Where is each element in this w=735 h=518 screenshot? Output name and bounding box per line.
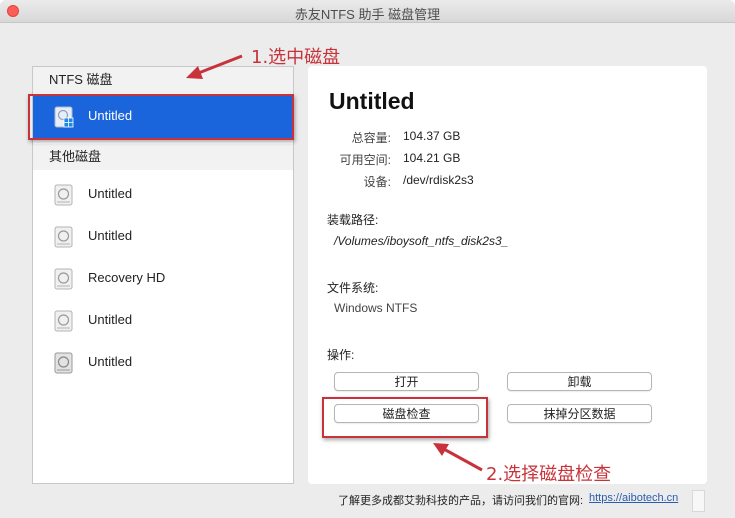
annotation-arrows xyxy=(186,54,483,472)
step1-arrow-icon xyxy=(186,54,243,79)
step1-annotation-text: 1.选中磁盘 xyxy=(251,47,341,68)
footer-scroll-handle xyxy=(692,490,705,512)
step2-arrow-icon xyxy=(433,443,483,472)
app-window: 赤友NTFS 助手 磁盘管理 NTFS 磁盘 Untitled 其他磁盘 Unt… xyxy=(0,0,735,518)
website-link[interactable]: https://aibotech.cn xyxy=(589,492,678,504)
footer-text: 了解更多成都艾勃科技的产品，请访问我们的官网: xyxy=(338,495,584,507)
step2-annotation-text: 2.选择磁盘检查 xyxy=(486,464,612,485)
